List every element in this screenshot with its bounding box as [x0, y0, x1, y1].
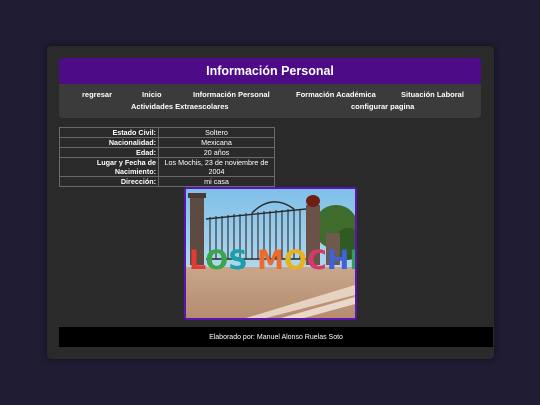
los-mochis-illustration: LOS MOCHIS: [186, 189, 355, 318]
nav-link-configurar-pagina[interactable]: configurar pagina: [351, 102, 414, 111]
table-row: Edad: 20 años: [59, 147, 275, 158]
nav-link-informacion-personal[interactable]: Información Personal: [193, 90, 270, 99]
nav-link-formacion-academica[interactable]: Formación Académica: [296, 90, 376, 99]
info-value: Soltero: [158, 127, 275, 138]
info-value: Mexicana: [158, 137, 275, 148]
page-footer: Elaborado por: Manuel Alonso Ruelas Soto: [59, 327, 493, 347]
los-mochis-sign: LOS MOCHIS: [189, 245, 355, 276]
personal-info-table: Estado Civil: Soltero Nacionalidad: Mexi…: [59, 127, 275, 187]
nav-link-inicio[interactable]: Inicio: [142, 90, 162, 99]
main-card: Información Personal regresar Inicio Inf…: [47, 46, 494, 359]
info-label: Dirección:: [59, 176, 159, 187]
table-row: Lugar y Fecha de Nacimiento: Los Mochis,…: [59, 157, 275, 177]
nav-bar: regresar Inicio Información Personal For…: [59, 84, 481, 118]
nav-link-situacion-laboral[interactable]: Situación Laboral: [401, 90, 464, 99]
los-mochis-photo: LOS MOCHIS: [184, 187, 357, 320]
table-row: Dirección: mi casa: [59, 176, 275, 187]
table-row: Estado Civil: Soltero: [59, 127, 275, 138]
page-title: Información Personal: [59, 58, 481, 84]
nav-link-regresar[interactable]: regresar: [82, 90, 112, 99]
info-label: Nacionalidad:: [59, 137, 159, 148]
table-row: Nacionalidad: Mexicana: [59, 137, 275, 148]
info-value: mi casa: [158, 176, 275, 187]
info-value: Los Mochis, 23 de noviembre de 2004: [158, 157, 275, 177]
info-value: 20 años: [158, 147, 275, 158]
nav-link-actividades-extraescolares[interactable]: Actividades Extraescolares: [131, 102, 229, 111]
info-label: Lugar y Fecha de Nacimiento:: [59, 157, 159, 177]
info-label: Estado Civil:: [59, 127, 159, 138]
info-label: Edad:: [59, 147, 159, 158]
